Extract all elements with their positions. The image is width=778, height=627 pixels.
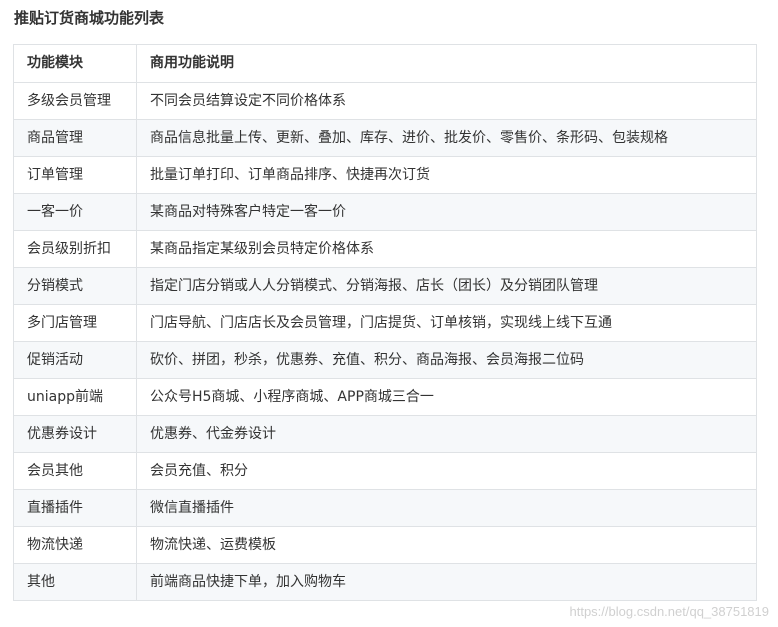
description-cell: 某商品指定某级别会员特定价格体系	[136, 230, 757, 268]
module-cell: 促销活动	[13, 341, 137, 379]
watermark-text: https://blog.csdn.net/qq_38751819	[569, 604, 770, 619]
table-row: uniapp前端 公众号H5商城、小程序商城、APP商城三合一	[13, 378, 757, 416]
table-row: 优惠券设计 优惠券、代金券设计	[13, 415, 757, 453]
description-cell: 批量订单打印、订单商品排序、快捷再次订货	[136, 156, 757, 194]
description-cell: 某商品对特殊客户特定一客一价	[136, 193, 757, 231]
description-cell: 商品信息批量上传、更新、叠加、库存、进价、批发价、零售价、条形码、包装规格	[136, 119, 757, 157]
module-cell: 一客一价	[13, 193, 137, 231]
description-cell: 公众号H5商城、小程序商城、APP商城三合一	[136, 378, 757, 416]
module-cell: 会员其他	[13, 452, 137, 490]
module-cell: 其他	[13, 563, 137, 601]
table-row: 分销模式 指定门店分销或人人分销模式、分销海报、店长（团长）及分销团队管理	[13, 267, 757, 305]
module-cell: 商品管理	[13, 119, 137, 157]
table-header: 功能模块 商用功能说明	[13, 44, 757, 83]
table-header-row: 功能模块 商用功能说明	[13, 44, 757, 83]
module-cell: 订单管理	[13, 156, 137, 194]
table-row: 会员其他 会员充值、积分	[13, 452, 757, 490]
module-cell: 物流快递	[13, 526, 137, 564]
table-row: 商品管理 商品信息批量上传、更新、叠加、库存、进价、批发价、零售价、条形码、包装规…	[13, 119, 757, 157]
description-cell: 不同会员结算设定不同价格体系	[136, 82, 757, 120]
table-row: 多门店管理 门店导航、门店店长及会员管理，门店提货、订单核销，实现线上线下互通	[13, 304, 757, 342]
description-cell: 指定门店分销或人人分销模式、分销海报、店长（团长）及分销团队管理	[136, 267, 757, 305]
module-cell: 多门店管理	[13, 304, 137, 342]
table-row: 订单管理 批量订单打印、订单商品排序、快捷再次订货	[13, 156, 757, 194]
description-cell: 前端商品快捷下单，加入购物车	[136, 563, 757, 601]
table-row: 会员级别折扣 某商品指定某级别会员特定价格体系	[13, 230, 757, 268]
module-cell: uniapp前端	[13, 378, 137, 416]
table-row: 其他 前端商品快捷下单，加入购物车	[13, 563, 757, 601]
table-row: 促销活动 砍价、拼团，秒杀，优惠券、充值、积分、商品海报、会员海报二位码	[13, 341, 757, 379]
table-row: 一客一价 某商品对特殊客户特定一客一价	[13, 193, 757, 231]
description-cell: 门店导航、门店店长及会员管理，门店提货、订单核销，实现线上线下互通	[136, 304, 757, 342]
module-cell: 分销模式	[13, 267, 137, 305]
module-cell: 直播插件	[13, 489, 137, 527]
description-cell: 物流快递、运费模板	[136, 526, 757, 564]
description-cell: 砍价、拼团，秒杀，优惠券、充值、积分、商品海报、会员海报二位码	[136, 341, 757, 379]
module-cell: 会员级别折扣	[13, 230, 137, 268]
column-header-module: 功能模块	[13, 44, 137, 83]
feature-table: 功能模块 商用功能说明 多级会员管理 不同会员结算设定不同价格体系 商品管理 商品信…	[13, 44, 757, 601]
column-header-description: 商用功能说明	[136, 44, 757, 83]
table-row: 直播插件 微信直播插件	[13, 489, 757, 527]
module-cell: 优惠券设计	[13, 415, 137, 453]
page-title: 推贴订货商城功能列表	[14, 9, 165, 27]
module-cell: 多级会员管理	[13, 82, 137, 120]
table-body: 多级会员管理 不同会员结算设定不同价格体系 商品管理 商品信息批量上传、更新、叠加、…	[13, 82, 757, 601]
table-row: 多级会员管理 不同会员结算设定不同价格体系	[13, 82, 757, 120]
table-row: 物流快递 物流快递、运费模板	[13, 526, 757, 564]
description-cell: 微信直播插件	[136, 489, 757, 527]
description-cell: 优惠券、代金券设计	[136, 415, 757, 453]
description-cell: 会员充值、积分	[136, 452, 757, 490]
